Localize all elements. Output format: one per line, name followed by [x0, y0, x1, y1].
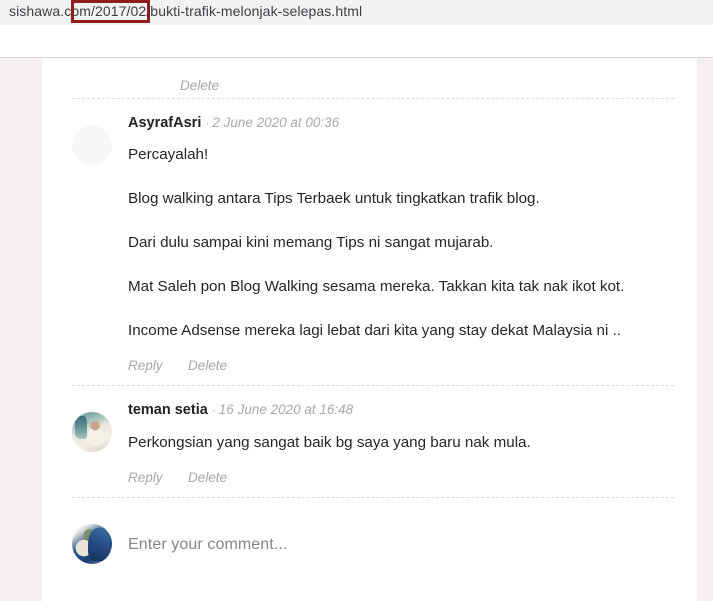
avatar-photo [72, 412, 112, 453]
delete-link[interactable]: Delete [188, 358, 227, 373]
comment-item: teman setia · 16 June 2020 at 16:48 Perkon… [72, 386, 674, 496]
comment-separator: · [205, 116, 210, 130]
comment-header: teman setia · 16 June 2020 at 16:48 [128, 402, 674, 419]
comment-paragraph: Dari dulu sampai kini memang Tips ni san… [128, 234, 494, 252]
comment-item: AsyrafAsri · 2 June 2020 at 00:36 Percayal… [72, 99, 674, 385]
comment-paragraph: Mat Saleh pon Blog Walking sesama mereka… [128, 278, 625, 296]
avatar [72, 412, 112, 453]
comment-author[interactable]: teman setia [128, 402, 208, 418]
top-delete-row: Delete [72, 58, 674, 98]
url-text[interactable]: sishawa.com/2017/02/bukti-trafik-melonja… [9, 3, 362, 19]
comment-author[interactable]: AsyrafAsri [128, 115, 201, 131]
comments-section: Delete AsyrafAsri · 2 June 2020 at 00:36 P… [72, 58, 674, 564]
browser-url-bar[interactable]: sishawa.com/2017/02/bukti-trafik-melonja… [0, 0, 713, 25]
comment-paragraph: Perkongsian yang sangat baik bg saya yan… [128, 433, 531, 451]
comment-actions: Reply Delete [128, 352, 674, 379]
top-delete-link[interactable]: Delete [180, 78, 219, 93]
comment-body: teman setia · 16 June 2020 at 16:48 Perkon… [128, 402, 674, 490]
avatar-photo [72, 523, 112, 564]
comment-input[interactable]: Enter your comment... [128, 514, 674, 554]
comment-timestamp[interactable]: 2 June 2020 at 00:36 [212, 115, 339, 130]
comment-paragraph: Blog walking antara Tips Terbaek untuk t… [128, 190, 540, 208]
reply-link[interactable]: Reply [128, 358, 163, 373]
reply-link[interactable]: Reply [128, 470, 163, 485]
comment-actions: Reply Delete [128, 464, 674, 491]
comment-paragraph: Percayalah! [128, 146, 209, 164]
comment-body: AsyrafAsri · 2 June 2020 at 00:36 Percayal… [128, 115, 674, 379]
current-user-avatar [72, 523, 112, 564]
browser-toolbar-area [0, 25, 713, 58]
comment-timestamp[interactable]: 16 June 2020 at 16:48 [219, 402, 353, 417]
comment-text: Perkongsian yang sangat baik bg saya yan… [128, 422, 674, 464]
comment-separator: · [211, 403, 216, 418]
comment-header: AsyrafAsri · 2 June 2020 at 00:36 [128, 115, 674, 132]
page-background: Delete AsyrafAsri · 2 June 2020 at 00:36 P… [0, 58, 713, 601]
page-content-canvas: Delete AsyrafAsri · 2 June 2020 at 00:36 P… [42, 58, 697, 601]
delete-link[interactable]: Delete [188, 470, 227, 485]
comment-form: Enter your comment... [72, 498, 674, 564]
comment-paragraph: Income Adsense mereka lagi lebat dari ki… [128, 322, 622, 340]
avatar [72, 125, 112, 165]
comment-text: Percayalah! Blog walking antara Tips Ter… [128, 134, 674, 352]
